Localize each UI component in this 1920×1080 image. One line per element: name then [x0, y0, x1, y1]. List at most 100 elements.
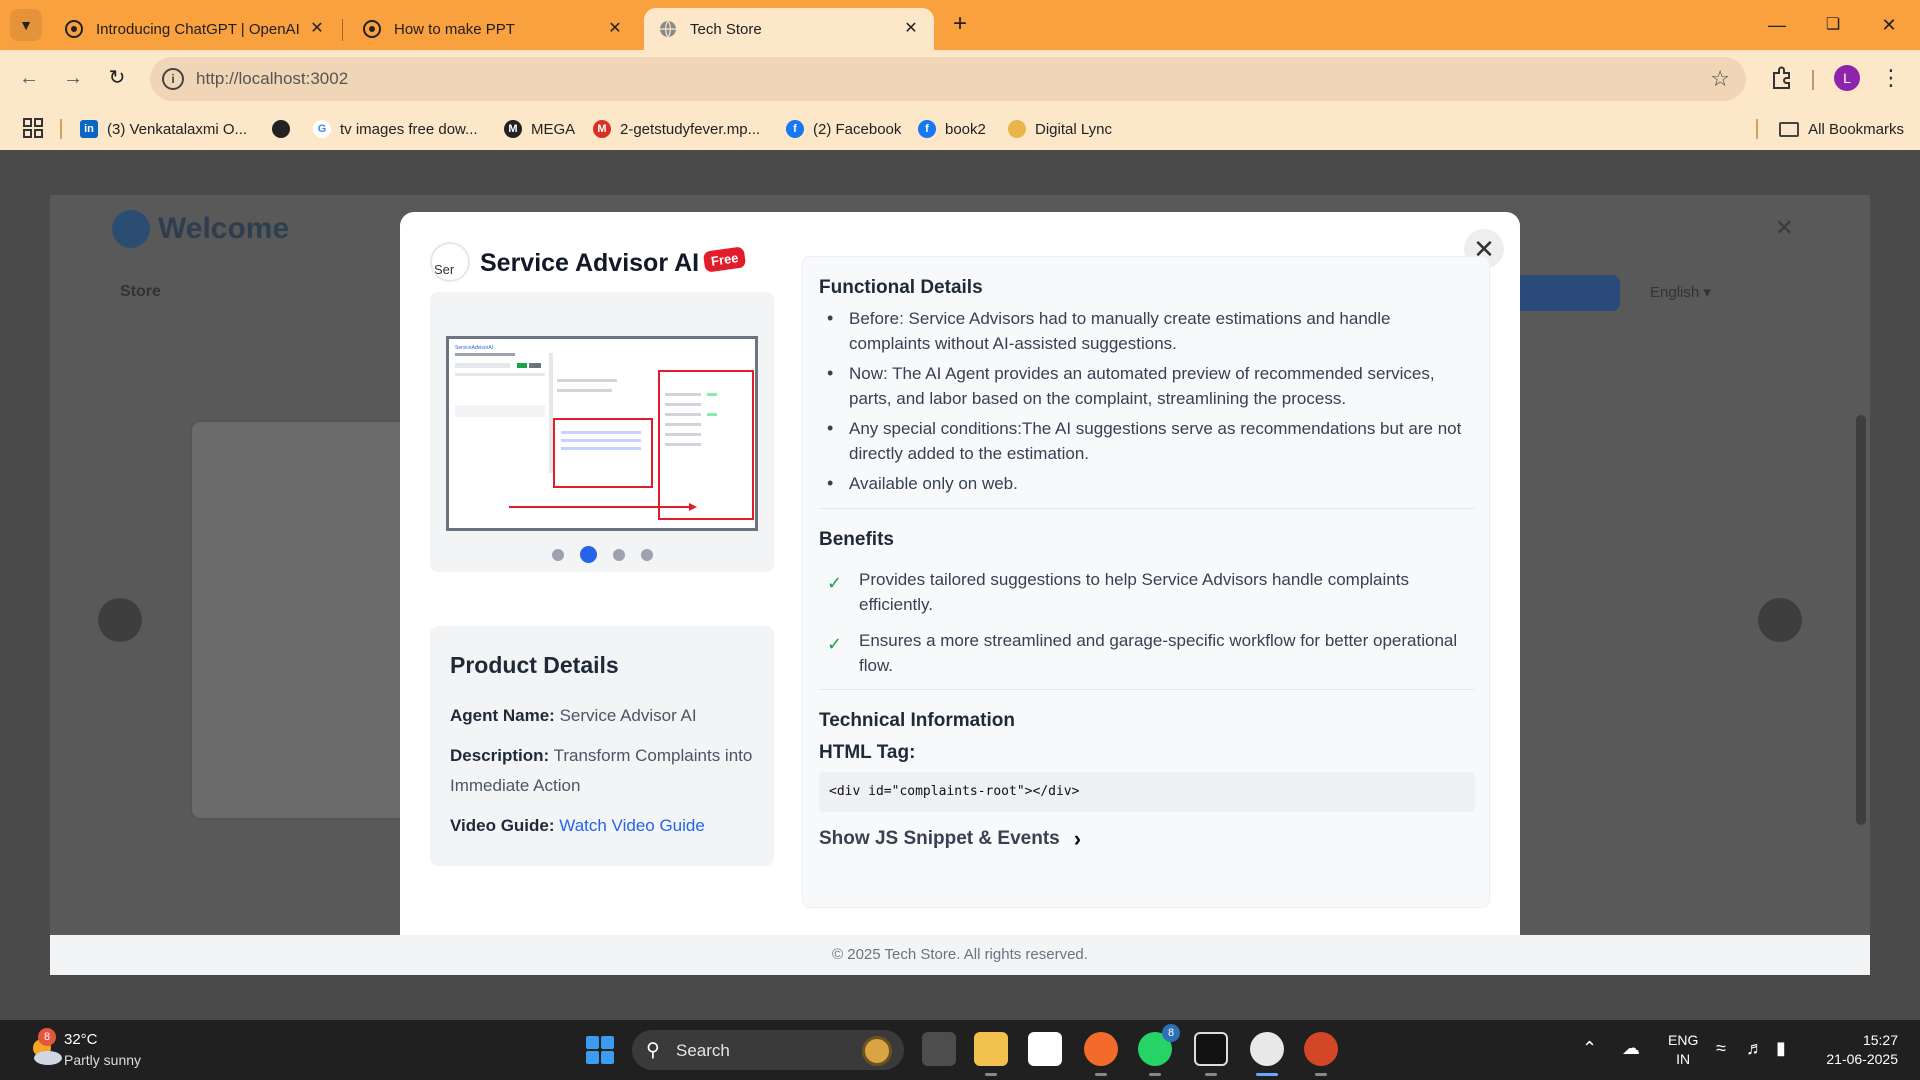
show-js-snippet-toggle[interactable]: Show JS Snippet & Events › [819, 826, 1475, 852]
tab-title: Tech Store [690, 20, 762, 38]
drawing-app-icon[interactable] [1084, 1032, 1118, 1066]
bookmark-label: (3) Venkatalaxmi O... [107, 120, 248, 138]
more-menu-icon[interactable]: ⋮ [1880, 64, 1902, 92]
system-clock[interactable]: 15:27 21-06-2025 [1816, 1031, 1898, 1069]
bookmark-facebook[interactable]: f (2) Facebook [786, 108, 901, 150]
close-icon[interactable]: ✕ [902, 20, 920, 38]
mega-icon: M [504, 120, 522, 138]
profile-avatar[interactable]: L [1834, 65, 1860, 91]
carousel-dot[interactable] [640, 548, 653, 561]
bookmark-google[interactable]: G tv images free dow... [313, 108, 478, 150]
address-bar[interactable]: i http://localhost:3002 ☆ [150, 57, 1746, 101]
linkedin-icon: in [80, 120, 98, 138]
watch-video-link[interactable]: Watch Video Guide [559, 816, 705, 835]
app-running-indicator [1315, 1073, 1327, 1076]
google-icon: G [313, 120, 331, 138]
reload-icon[interactable]: ↻ [102, 63, 132, 93]
bookmark-star-icon[interactable]: ☆ [1710, 66, 1730, 92]
tray-overflow-icon[interactable]: ⌃ [1582, 1038, 1597, 1059]
facebook-icon: f [786, 120, 804, 138]
svg-text:ServiceAdvisorAI: ServiceAdvisorAI [455, 345, 493, 351]
app-active-indicator [1256, 1073, 1278, 1076]
all-bookmarks-button[interactable]: All Bookmarks [1779, 108, 1904, 150]
url-text[interactable]: http://localhost:3002 [196, 69, 348, 89]
app-screenshot: ServiceAdvisorAI [449, 339, 755, 528]
clock-date: 21-06-2025 [1826, 1051, 1898, 1067]
folder-icon [1779, 121, 1800, 137]
tab-tech-store[interactable]: Tech Store ✕ [644, 8, 934, 50]
windows-start-icon[interactable] [586, 1036, 614, 1064]
bookmark-label: tv images free dow... [340, 120, 478, 138]
screenshot-carousel[interactable]: ServiceAdvisorAI [430, 292, 774, 572]
background-close-icon: ✕ [1775, 215, 1794, 240]
agent-name-label: Agent Name: [450, 706, 555, 725]
search-highlight-icon [862, 1036, 892, 1066]
tab-ppt[interactable]: How to make PPT ✕ [348, 8, 638, 50]
minimize-icon[interactable]: — [1762, 10, 1792, 40]
forward-arrow-icon[interactable]: → [58, 63, 88, 93]
bookmark-gmail[interactable]: M 2-getstudyfever.mp... [593, 108, 760, 150]
details-panel: Functional Details Before: Service Advis… [802, 256, 1490, 908]
file-explorer-icon[interactable] [974, 1032, 1008, 1066]
bookmark-label: Digital Lync [1035, 120, 1112, 138]
section-divider [819, 689, 1475, 690]
onedrive-icon[interactable]: ☁ [1622, 1038, 1640, 1059]
microsoft-store-icon[interactable] [1028, 1032, 1062, 1066]
background-card [190, 420, 420, 820]
carousel-dot[interactable] [551, 548, 564, 561]
all-bookmarks-label: All Bookmarks [1808, 120, 1904, 138]
background-language-select: English ▾ [1650, 284, 1711, 301]
extensions-icon[interactable] [1768, 64, 1796, 92]
capcut-icon[interactable] [1194, 1032, 1228, 1066]
bookmark-book2[interactable]: f book2 [918, 108, 986, 150]
store-logo-icon [112, 210, 150, 248]
tab-chatgpt[interactable]: Introducing ChatGPT | OpenAI ✕ [50, 8, 340, 50]
benefit-text: Ensures a more streamlined and garage-sp… [859, 631, 1458, 675]
search-label: Search [676, 1041, 730, 1060]
bookmark-globe[interactable] [272, 108, 299, 150]
app-running-indicator [1205, 1073, 1217, 1076]
weather-description: Partly sunny [64, 1052, 142, 1068]
powerpoint-icon[interactable] [1304, 1032, 1338, 1066]
volume-icon[interactable]: ♬ [1746, 1038, 1764, 1059]
openai-icon [362, 19, 382, 39]
back-arrow-icon[interactable]: ← [14, 63, 44, 93]
wifi-icon[interactable]: ≈ [1716, 1038, 1726, 1059]
battery-icon[interactable]: ▮ [1776, 1038, 1786, 1059]
section-divider [819, 508, 1475, 509]
bookmark-mega[interactable]: M MEGA [504, 108, 575, 150]
apps-grid-icon[interactable] [22, 117, 44, 139]
page-scrollbar[interactable] [1856, 415, 1866, 825]
taskbar-search[interactable]: ⚲ Search [632, 1030, 904, 1070]
tab-title: How to make PPT [394, 20, 515, 38]
checkmark-icon: ✓ [827, 634, 843, 654]
chrome-icon[interactable] [1250, 1032, 1284, 1066]
browser-toolbar: ← → ↻ i http://localhost:3002 ☆ L ⋮ [0, 50, 1920, 108]
globe-icon [658, 19, 678, 39]
whatsapp-badge: 8 [1162, 1024, 1180, 1042]
description-row: Description: Transform Complaints into I… [450, 741, 754, 801]
carousel-dot-active[interactable] [579, 546, 597, 564]
facebook-icon: f [918, 120, 936, 138]
close-icon[interactable]: ✕ [308, 20, 326, 38]
task-view-icon[interactable] [922, 1032, 956, 1066]
tab-search-button[interactable]: ▼ [10, 9, 42, 41]
language-indicator[interactable]: ENG IN [1668, 1031, 1698, 1069]
bookmark-linkedin[interactable]: in (3) Venkatalaxmi O... [80, 108, 247, 150]
site-info-icon[interactable]: i [162, 68, 184, 90]
bookmark-label: (2) Facebook [813, 120, 902, 138]
whatsapp-icon[interactable]: 8 [1138, 1024, 1180, 1066]
restore-icon[interactable]: ❏ [1818, 10, 1848, 40]
openai-icon [64, 19, 84, 39]
tab-strip: ▼ Introducing ChatGPT | OpenAI ✕ How to … [0, 0, 1920, 50]
html-tag-code[interactable]: <div id="complaints-root"></div> [819, 772, 1475, 812]
new-tab-button[interactable]: + [946, 11, 974, 39]
carousel-dot[interactable] [612, 548, 625, 561]
window-close-icon[interactable]: ✕ [1874, 10, 1904, 40]
close-icon[interactable]: ✕ [606, 20, 624, 38]
app-running-indicator [985, 1073, 997, 1076]
bookmark-digital-lync[interactable]: Digital Lync [1008, 108, 1112, 150]
modal-title: Service Advisor AI [480, 249, 700, 277]
carousel-prev-icon [98, 598, 142, 642]
language-code: ENG [1668, 1032, 1699, 1048]
